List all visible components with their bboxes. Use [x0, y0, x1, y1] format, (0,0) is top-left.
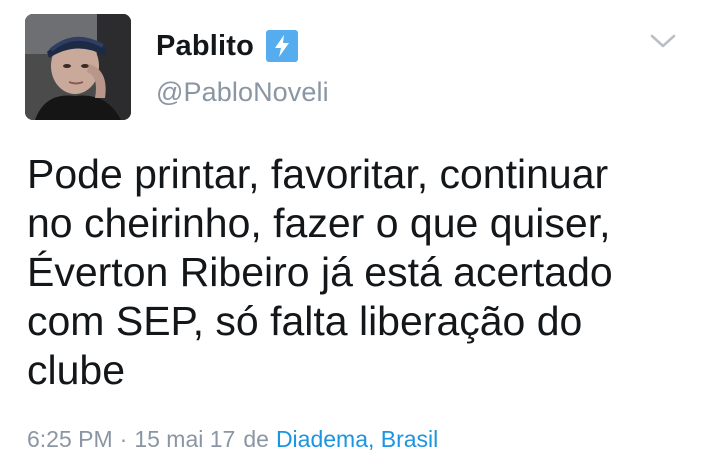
location-link[interactable]: Diadema, Brasil: [276, 426, 438, 453]
lightning-bolt-icon: [266, 30, 299, 62]
tweet-card: Pablito @PabloNoveli Pode printar, favor…: [0, 0, 720, 476]
tweet-text: Pode printar, favoritar, continuar no ch…: [27, 151, 613, 393]
display-name[interactable]: Pablito: [156, 30, 254, 63]
name-row: Pablito: [156, 28, 299, 64]
from-label: de: [243, 426, 269, 452]
tweet-time[interactable]: 6:25 PM: [27, 426, 113, 453]
user-handle[interactable]: @PabloNoveli: [156, 77, 329, 108]
tweet-meta: 6:25 PM · 15 mai 17 de Diadema, Brasil: [27, 426, 438, 453]
meta-separator: ·: [119, 426, 128, 452]
avatar[interactable]: [25, 14, 131, 120]
tweet-date[interactable]: 15 mai 17: [134, 426, 235, 453]
chevron-down-icon[interactable]: [648, 30, 678, 52]
profile-photo: [25, 14, 131, 120]
